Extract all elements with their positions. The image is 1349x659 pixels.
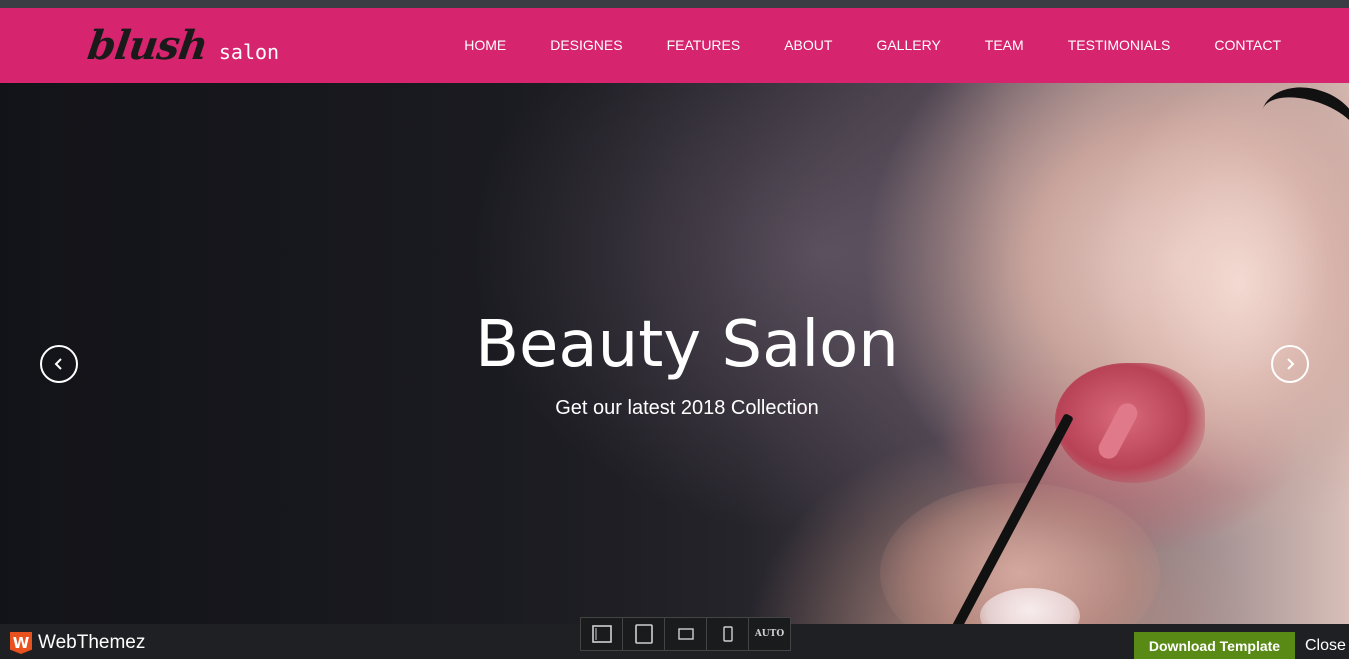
nav-link-home[interactable]: HOME	[464, 37, 506, 53]
nav-menu: HOME DESIGNES FEATURES ABOUT GALLERY TEA…	[464, 16, 1281, 91]
preview-bar: W WebThemez AUTO Download Template Close	[0, 617, 1349, 659]
device-tablet-landscape-button[interactable]	[665, 618, 707, 650]
nav-item-contact: CONTACT	[1214, 37, 1281, 63]
nav-link-testimonials[interactable]: TESTIMONIALS	[1068, 37, 1171, 53]
nav-item-testimonials: TESTIMONIALS	[1068, 37, 1171, 63]
download-template-button[interactable]: Download Template	[1134, 632, 1295, 659]
carousel-prev-button[interactable]	[40, 345, 78, 383]
nav-item-about: ABOUT	[784, 37, 832, 63]
nav-link-about[interactable]: ABOUT	[784, 37, 832, 53]
device-tablet-portrait-button[interactable]	[623, 618, 665, 650]
nav-item-gallery: GALLERY	[876, 37, 940, 63]
webthemez-badge-icon: W	[10, 632, 32, 654]
brand-suffix: salon	[218, 40, 280, 64]
brand-logo[interactable]: blush salon	[84, 22, 280, 70]
brand-script: blush	[84, 22, 211, 69]
tablet-portrait-icon	[634, 624, 653, 644]
chevron-left-icon	[54, 358, 62, 370]
device-switcher: AUTO	[580, 617, 791, 651]
chevron-right-icon	[1287, 358, 1295, 370]
nav-item-features: FEATURES	[667, 37, 741, 63]
page: blush salon HOME DESIGNES FEATURES ABOUT…	[0, 0, 1349, 659]
hero-subtitle: Get our latest 2018 Collection	[555, 397, 819, 419]
nav-link-team[interactable]: TEAM	[985, 37, 1024, 53]
hero-title: Beauty Salon	[475, 308, 899, 382]
nav-link-designes[interactable]: DESIGNES	[550, 37, 622, 53]
carousel-next-button[interactable]	[1271, 345, 1309, 383]
navbar: blush salon HOME DESIGNES FEATURES ABOUT…	[0, 8, 1349, 83]
device-auto-button[interactable]: AUTO	[749, 618, 790, 650]
nav-link-gallery[interactable]: GALLERY	[876, 37, 940, 53]
nav-item-designes: DESIGNES	[550, 37, 622, 63]
top-strip	[0, 0, 1349, 8]
nav-link-features[interactable]: FEATURES	[667, 37, 741, 53]
nav-item-home: HOME	[464, 37, 506, 63]
nav-link-contact[interactable]: CONTACT	[1214, 37, 1281, 53]
device-desktop-button[interactable]	[581, 618, 623, 650]
close-link[interactable]: Close	[1305, 637, 1346, 655]
desktop-icon	[591, 625, 612, 643]
tablet-landscape-icon	[677, 628, 694, 640]
webthemez-logo-text: WebThemez	[38, 632, 146, 653]
nav-item-team: TEAM	[985, 37, 1024, 63]
phone-icon	[722, 626, 733, 642]
device-phone-button[interactable]	[707, 618, 749, 650]
webthemez-logo[interactable]: W WebThemez	[10, 632, 145, 654]
hero-carousel: Beauty Salon Get our latest 2018 Collect…	[0, 83, 1349, 624]
